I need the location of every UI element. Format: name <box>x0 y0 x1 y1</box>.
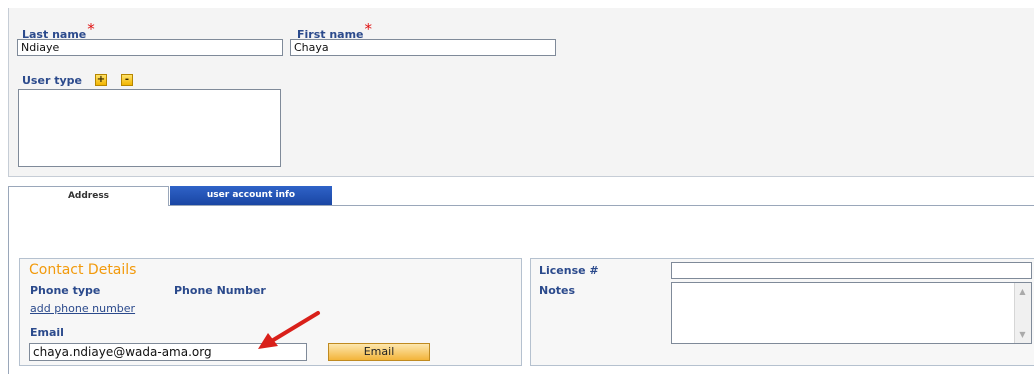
user-type-label: User type <box>22 74 82 87</box>
scroll-down-icon[interactable]: ▼ <box>1018 330 1027 339</box>
last-name-input[interactable] <box>17 39 283 56</box>
phone-number-header: Phone Number <box>174 284 266 297</box>
notes-textarea[interactable]: ▲ ▼ <box>671 282 1032 344</box>
license-input[interactable] <box>671 262 1032 279</box>
required-mark: * <box>364 20 373 38</box>
scroll-up-icon[interactable]: ▲ <box>1018 287 1027 296</box>
contact-details-title: Contact Details <box>29 262 137 278</box>
tab-address[interactable]: Address <box>8 186 169 206</box>
phone-type-header: Phone type <box>30 284 101 297</box>
remove-user-type-button[interactable]: - <box>121 74 133 86</box>
notes-label: Notes <box>539 284 576 297</box>
email-label: Email <box>30 326 64 339</box>
tab-bar: Address user account info <box>8 186 1034 206</box>
add-phone-number-link[interactable]: add phone number <box>30 302 135 315</box>
tab-user-account-info[interactable]: user account info <box>170 186 332 205</box>
red-arrow-annotation <box>258 311 320 349</box>
notes-scrollbar[interactable]: ▲ ▼ <box>1014 283 1031 343</box>
first-name-input[interactable] <box>290 39 556 56</box>
required-mark: * <box>87 20 95 38</box>
add-user-type-button[interactable]: + <box>95 74 107 86</box>
email-button[interactable]: Email <box>328 343 430 361</box>
license-label: License # <box>539 264 599 277</box>
user-type-listbox[interactable] <box>18 89 281 167</box>
